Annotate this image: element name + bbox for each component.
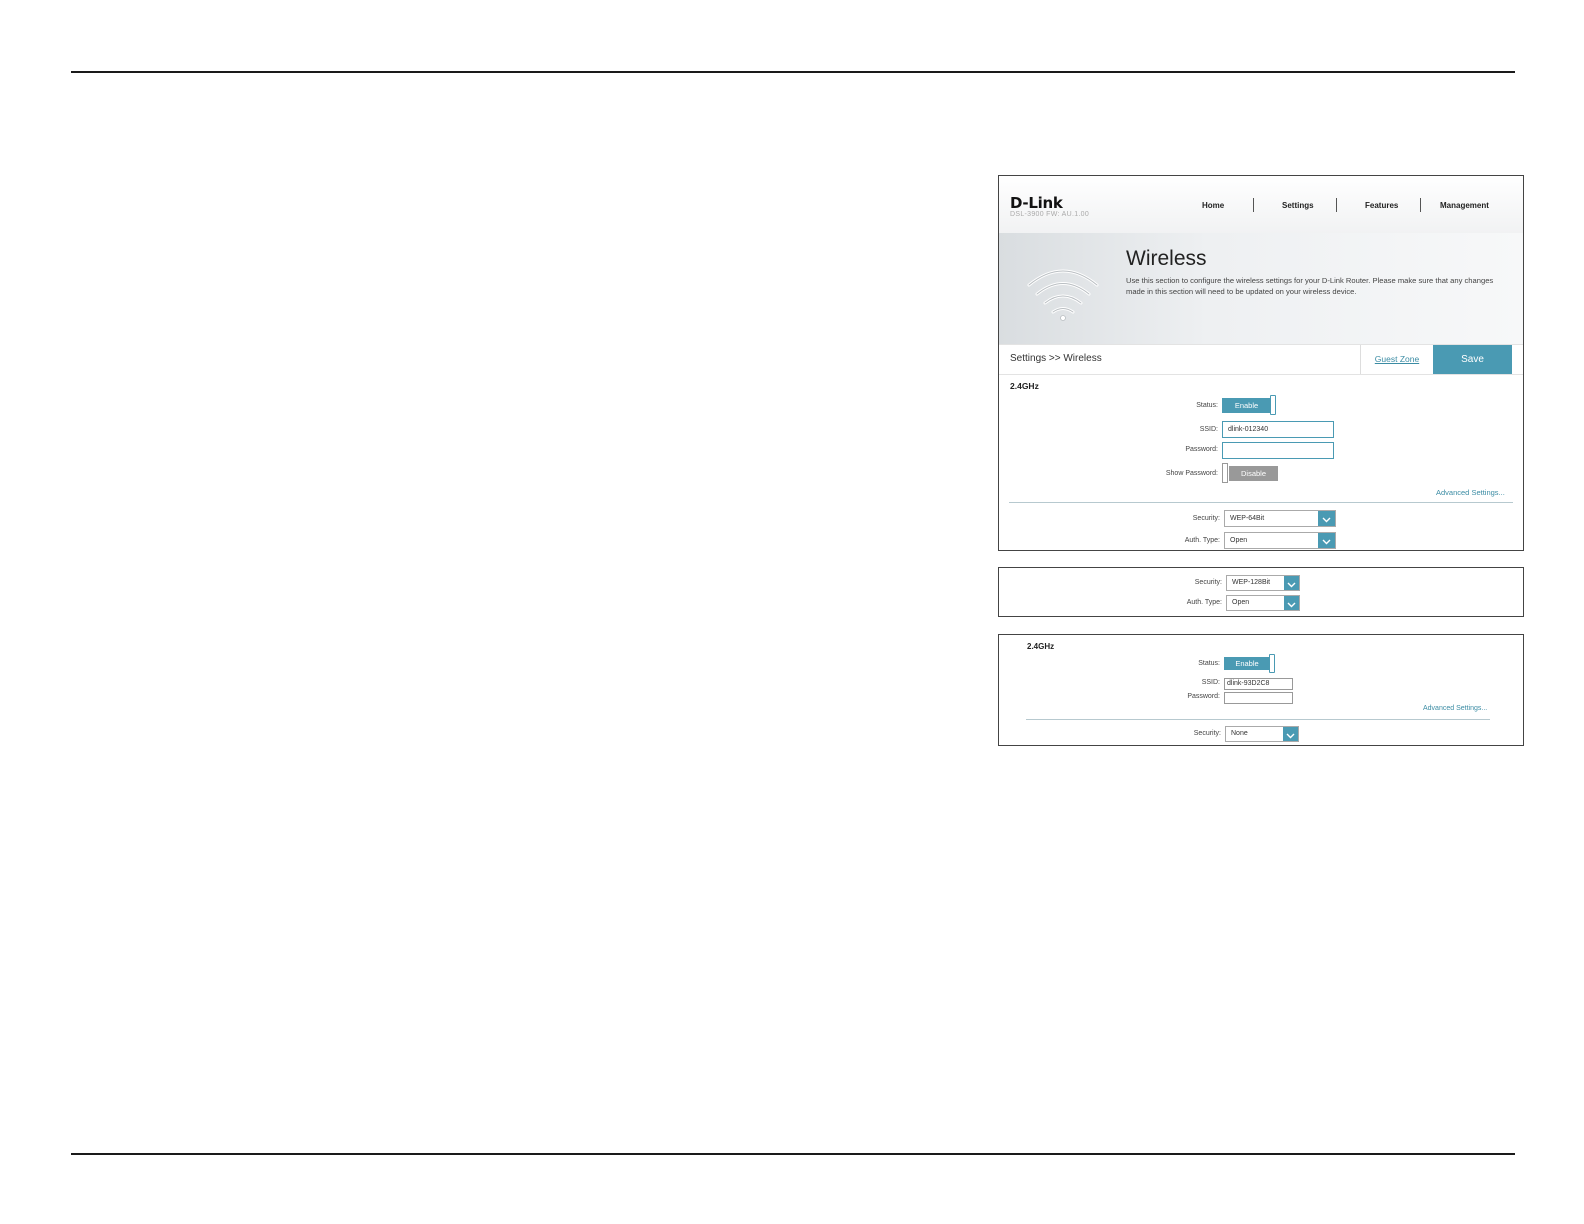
nav-separator bbox=[1253, 198, 1254, 212]
password-label: Password: bbox=[1187, 693, 1220, 700]
wireless-banner: Wireless Use this section to configure t… bbox=[999, 233, 1523, 344]
status-label: Status: bbox=[1198, 660, 1220, 667]
no-security-screenshot: 2.4GHz Status: Enable SSID: dlink-93D2C8… bbox=[998, 634, 1524, 746]
band-heading: 2.4GHz bbox=[1010, 381, 1039, 391]
auth-type-select[interactable]: Open bbox=[1224, 532, 1336, 549]
show-password-toggle-knob[interactable] bbox=[1222, 463, 1228, 483]
security-select[interactable]: None bbox=[1225, 726, 1299, 742]
security-select[interactable]: WEP-64Bit bbox=[1224, 510, 1336, 527]
chevron-down-icon[interactable] bbox=[1318, 533, 1335, 548]
nav-separator bbox=[1420, 198, 1421, 212]
ssid-input[interactable]: dlink-012340 bbox=[1222, 421, 1334, 438]
show-password-toggle[interactable]: Disable bbox=[1229, 466, 1278, 481]
breadcrumb-bar: Settings >> Wireless Guest Zone Save bbox=[999, 344, 1523, 375]
auth-type-select[interactable]: Open bbox=[1226, 595, 1300, 611]
security-select[interactable]: WEP-128Bit bbox=[1226, 575, 1300, 591]
status-toggle[interactable]: Enable bbox=[1222, 398, 1271, 413]
password-input[interactable] bbox=[1222, 442, 1334, 459]
chevron-down-icon[interactable] bbox=[1284, 576, 1299, 590]
security-select-value: None bbox=[1231, 730, 1248, 737]
nav-home[interactable]: Home bbox=[1202, 201, 1224, 210]
advanced-settings-link[interactable]: Advanced Settings... bbox=[1436, 488, 1505, 497]
password-label: Password: bbox=[1185, 446, 1218, 453]
page-title: Wireless bbox=[1126, 247, 1207, 270]
divider bbox=[1026, 719, 1490, 720]
wireless-settings-screenshot: D-Link DSL-3900 FW: AU.1.00 Home Setting… bbox=[998, 175, 1524, 551]
nav-management[interactable]: Management bbox=[1440, 201, 1489, 210]
chevron-down-icon[interactable] bbox=[1318, 511, 1335, 526]
password-input[interactable] bbox=[1224, 692, 1293, 704]
nav-separator bbox=[1336, 198, 1337, 212]
security-label: Security: bbox=[1193, 730, 1221, 737]
nav-settings[interactable]: Settings bbox=[1282, 201, 1314, 210]
model-firmware-label: DSL-3900 FW: AU.1.00 bbox=[1010, 211, 1090, 218]
save-button[interactable]: Save bbox=[1433, 345, 1512, 374]
dlink-logo: D-Link bbox=[1010, 194, 1063, 212]
band-heading: 2.4GHz bbox=[1027, 642, 1055, 651]
auth-type-select-value: Open bbox=[1232, 599, 1250, 606]
top-rule bbox=[71, 71, 1515, 73]
auth-type-label: Auth. Type: bbox=[1186, 599, 1222, 606]
chevron-down-icon[interactable] bbox=[1283, 727, 1298, 741]
security-label: Security: bbox=[1192, 515, 1220, 522]
wifi-icon bbox=[1027, 269, 1099, 321]
status-label: Status: bbox=[1196, 402, 1218, 409]
ssid-label: SSID: bbox=[1199, 426, 1218, 433]
status-toggle[interactable]: Enable bbox=[1224, 657, 1270, 670]
auth-type-select-value: Open bbox=[1230, 537, 1248, 544]
bottom-rule bbox=[71, 1153, 1515, 1155]
ssid-label: SSID: bbox=[1201, 679, 1220, 686]
page-description: Use this section to configure the wirele… bbox=[1126, 276, 1494, 296]
security-label: Security: bbox=[1194, 579, 1222, 586]
guest-zone-link[interactable]: Guest Zone bbox=[1360, 345, 1433, 374]
ssid-input[interactable]: dlink-93D2C8 bbox=[1224, 678, 1293, 690]
auth-type-label: Auth. Type: bbox=[1184, 537, 1220, 544]
divider bbox=[1009, 502, 1513, 503]
nav-features[interactable]: Features bbox=[1365, 201, 1398, 210]
chevron-down-icon[interactable] bbox=[1284, 596, 1299, 610]
status-toggle-knob[interactable] bbox=[1269, 654, 1275, 673]
status-toggle-knob[interactable] bbox=[1270, 395, 1276, 415]
security-select-value: WEP-128Bit bbox=[1232, 579, 1271, 586]
breadcrumb: Settings >> Wireless bbox=[1010, 353, 1102, 364]
show-password-label: Show Password: bbox=[1165, 470, 1218, 477]
security-select-value: WEP-64Bit bbox=[1230, 515, 1265, 522]
advanced-settings-link[interactable]: Advanced Settings... bbox=[1423, 705, 1487, 712]
wep128-security-screenshot: Security: WEP-128Bit Auth. Type: Open bbox=[998, 567, 1524, 617]
top-header: D-Link DSL-3900 FW: AU.1.00 Home Setting… bbox=[999, 176, 1523, 234]
